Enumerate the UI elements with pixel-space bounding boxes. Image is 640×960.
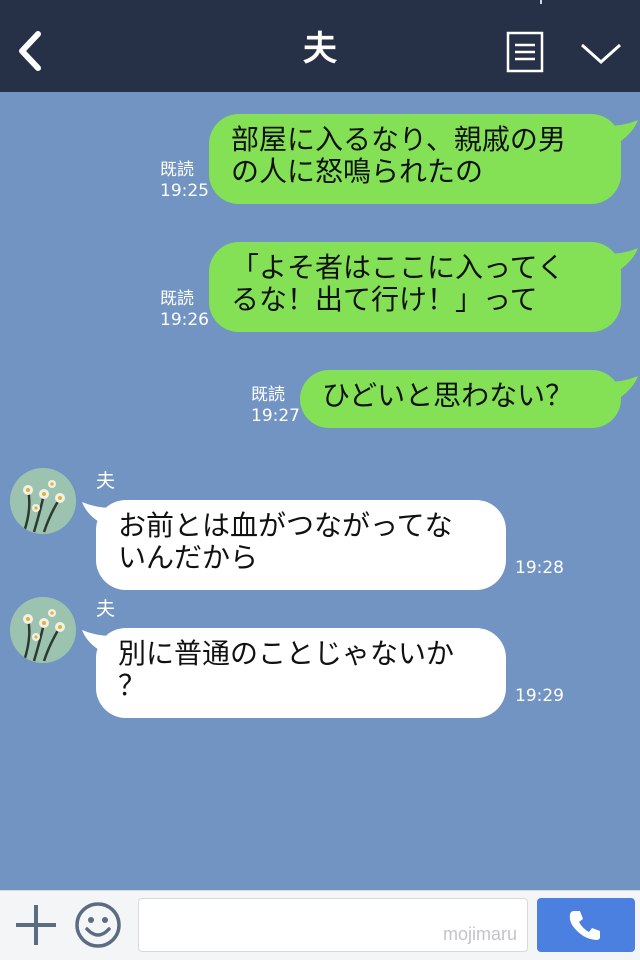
status-bar-mark	[540, 0, 542, 4]
message-line: 部屋に入るなり、親戚の男	[231, 123, 566, 156]
smile-icon[interactable]	[74, 901, 122, 949]
watermark-text: mojimaru	[442, 924, 517, 944]
call-button[interactable]	[537, 898, 635, 952]
message-time: 19:26	[160, 310, 209, 330]
input-bar: mojimaru	[0, 890, 640, 960]
message-line: 別に普通のことじゃないか	[118, 637, 455, 670]
avatar-flower-image	[10, 597, 76, 663]
message-line: ひどいと思わない？	[322, 379, 574, 412]
read-receipt: 既読	[160, 289, 194, 309]
message-meta: 既読 19:26	[160, 289, 209, 331]
chat-bubble-outgoing[interactable]: 部屋に入るなり、親戚の男 の人に怒鳴られたの	[209, 114, 621, 204]
message-line: お前とは血がつながってな	[118, 509, 453, 542]
sender-name: 夫	[96, 470, 116, 492]
chat-bubble-outgoing[interactable]: ひどいと思わない？	[300, 370, 621, 428]
message-line: 「よそ者はここに入ってく	[231, 251, 565, 284]
message-meta: 既読 19:25	[160, 160, 209, 202]
chat-bubble-outgoing[interactable]: 「よそ者はここに入ってく るな！出て行け！」って	[209, 242, 621, 332]
message-time: 19:27	[251, 406, 300, 426]
chevron-down-icon[interactable]	[578, 36, 624, 70]
message-line: いんだから	[118, 541, 259, 574]
avatar[interactable]	[10, 468, 76, 534]
message-meta: 既読 19:27	[251, 385, 300, 427]
read-receipt: 既読	[160, 160, 194, 180]
chat-bubble-incoming[interactable]: 別に普通のことじゃないか ？	[96, 628, 506, 718]
read-receipt: 既読	[251, 385, 285, 405]
menu-list-icon[interactable]	[506, 31, 544, 73]
chat-header: 夫	[0, 0, 640, 92]
message-line: ？	[118, 669, 147, 702]
message-time: 19:25	[160, 181, 209, 201]
chat-bubble-incoming[interactable]: お前とは血がつながってな いんだから	[96, 500, 506, 590]
message-line: の人に怒鳴られたの	[231, 155, 484, 188]
avatar-flower-image	[10, 468, 76, 534]
phone-icon	[569, 911, 600, 940]
plus-icon[interactable]	[14, 903, 58, 947]
sender-name: 夫	[96, 598, 116, 620]
avatar[interactable]	[10, 597, 76, 663]
message-time: 19:29	[515, 686, 564, 706]
message-line: るな！出て行け！」って	[231, 283, 538, 316]
message-time: 19:28	[515, 558, 564, 578]
chat-title: 夫	[303, 29, 337, 69]
message-input[interactable]: mojimaru	[138, 898, 528, 952]
